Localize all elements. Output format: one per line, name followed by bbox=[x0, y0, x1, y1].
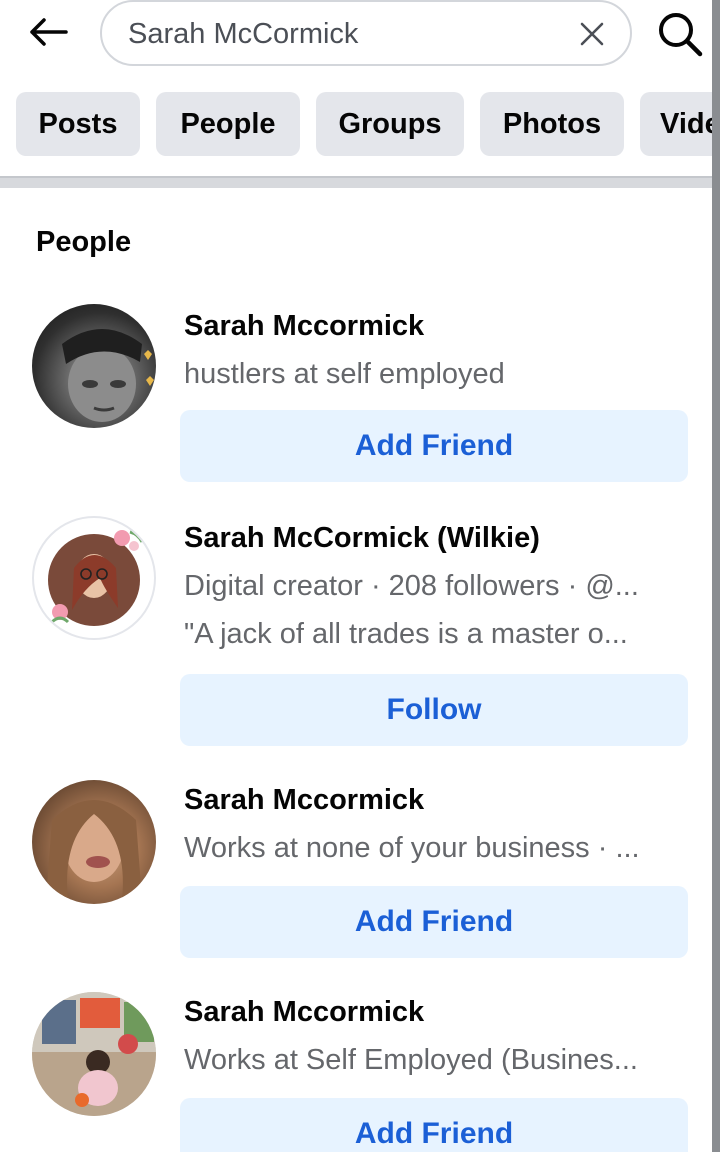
search-header bbox=[0, 0, 712, 70]
avatar[interactable] bbox=[32, 516, 156, 640]
person-name[interactable]: Sarah Mccormick bbox=[184, 996, 424, 1029]
avatar-photo bbox=[46, 800, 142, 900]
arrow-left-icon bbox=[30, 18, 68, 46]
search-button[interactable] bbox=[652, 8, 708, 60]
person-subtitle: hustlers at self employed bbox=[184, 358, 505, 390]
tab-people[interactable]: People bbox=[156, 92, 300, 156]
search-input[interactable] bbox=[128, 16, 568, 52]
filter-tabs: Posts People Groups Photos Vide bbox=[16, 92, 712, 158]
search-box[interactable] bbox=[100, 0, 632, 66]
add-friend-button[interactable]: Add Friend bbox=[180, 410, 688, 482]
person-subtitle: Digital creator · 208 followers · @... bbox=[184, 570, 639, 602]
avatar[interactable] bbox=[32, 304, 156, 428]
close-icon bbox=[580, 22, 604, 46]
avatar[interactable] bbox=[32, 992, 156, 1116]
avatar-photo bbox=[48, 530, 144, 626]
follow-button[interactable]: Follow bbox=[180, 674, 688, 746]
avatar-photo bbox=[32, 992, 156, 1116]
tab-groups[interactable]: Groups bbox=[316, 92, 464, 156]
section-title: People bbox=[36, 226, 132, 258]
person-result[interactable]: Sarah Mccormick hustlers at self employe… bbox=[0, 300, 712, 490]
person-subtitle: Works at none of your business · ... bbox=[184, 832, 640, 864]
tab-photos[interactable]: Photos bbox=[480, 92, 624, 156]
add-friend-button[interactable]: Add Friend bbox=[180, 886, 688, 958]
avatar[interactable] bbox=[32, 780, 156, 904]
person-name[interactable]: Sarah McCormick (Wilkie) bbox=[184, 522, 540, 555]
section-divider bbox=[0, 176, 712, 188]
person-name[interactable]: Sarah Mccormick bbox=[184, 310, 424, 343]
avatar-photo bbox=[62, 329, 154, 422]
person-result[interactable]: Sarah Mccormick Works at none of your bu… bbox=[0, 776, 712, 966]
person-result[interactable]: Sarah McCormick (Wilkie) Digital creator… bbox=[0, 514, 712, 754]
search-icon bbox=[659, 13, 703, 57]
scrollbar-edge bbox=[712, 0, 720, 1152]
person-subtitle: Works at Self Employed (Busines... bbox=[184, 1044, 638, 1076]
clear-search-button[interactable] bbox=[574, 16, 610, 52]
tab-posts[interactable]: Posts bbox=[16, 92, 140, 156]
back-button[interactable] bbox=[24, 10, 72, 54]
person-result[interactable]: Sarah Mccormick Works at Self Employed (… bbox=[0, 988, 712, 1152]
person-bio: "A jack of all trades is a master o... bbox=[184, 618, 628, 650]
tab-videos[interactable]: Vide bbox=[640, 92, 712, 156]
add-friend-button[interactable]: Add Friend bbox=[180, 1098, 688, 1152]
person-name[interactable]: Sarah Mccormick bbox=[184, 784, 424, 817]
